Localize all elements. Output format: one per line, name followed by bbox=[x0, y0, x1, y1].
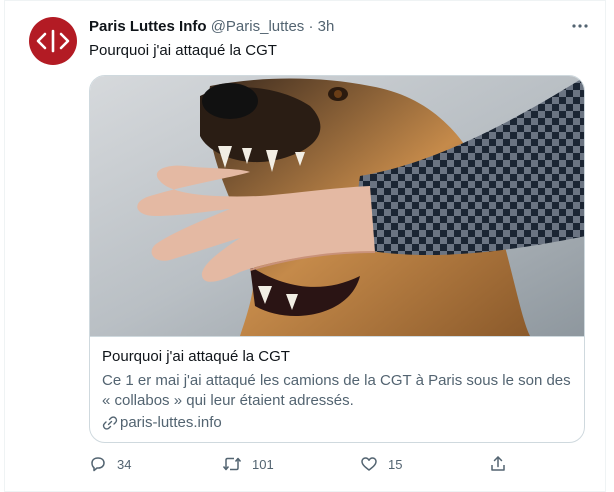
tweet-actions: 34 101 15 bbox=[89, 453, 589, 475]
tweet[interactable]: Paris Luttes Info @Paris_luttes · 3h Pou… bbox=[4, 0, 606, 492]
retweet-icon bbox=[222, 457, 242, 471]
author-name[interactable]: Paris Luttes Info bbox=[89, 18, 207, 35]
share-icon bbox=[491, 456, 505, 471]
retweet-count: 101 bbox=[252, 456, 274, 472]
author-handle[interactable]: @Paris_luttes bbox=[211, 18, 305, 35]
logo-icon bbox=[36, 29, 70, 53]
reply-icon bbox=[91, 457, 105, 472]
tweet-text: Pourquoi j'ai attaqué la CGT bbox=[89, 42, 277, 59]
like-count: 15 bbox=[388, 456, 403, 472]
reply-count: 34 bbox=[117, 456, 132, 472]
card-domain: paris-luttes.info bbox=[102, 413, 222, 433]
card-body: Pourquoi j'ai attaqué la CGT Ce 1 er mai… bbox=[90, 336, 584, 442]
card-image bbox=[90, 76, 584, 336]
separator: · bbox=[308, 18, 314, 35]
heart-icon bbox=[361, 457, 377, 471]
avatar[interactable] bbox=[29, 17, 77, 65]
link-icon bbox=[102, 416, 118, 430]
tweet-header: Paris Luttes Info @Paris_luttes · 3h bbox=[89, 17, 334, 37]
retweet-button[interactable]: 101 bbox=[222, 453, 274, 475]
share-button[interactable] bbox=[489, 453, 517, 475]
more-horizontal-icon[interactable] bbox=[569, 15, 591, 37]
card-title: Pourquoi j'ai attaqué la CGT bbox=[102, 348, 290, 365]
link-card[interactable]: Pourquoi j'ai attaqué la CGT Ce 1 er mai… bbox=[89, 75, 585, 443]
reply-button[interactable]: 34 bbox=[89, 453, 131, 475]
like-button[interactable]: 15 bbox=[360, 453, 402, 475]
card-description: Ce 1 er mai j'ai attaqué les camions de … bbox=[102, 372, 571, 409]
tweet-time[interactable]: 3h bbox=[318, 18, 335, 35]
card-domain-text: paris-luttes.info bbox=[120, 414, 222, 431]
